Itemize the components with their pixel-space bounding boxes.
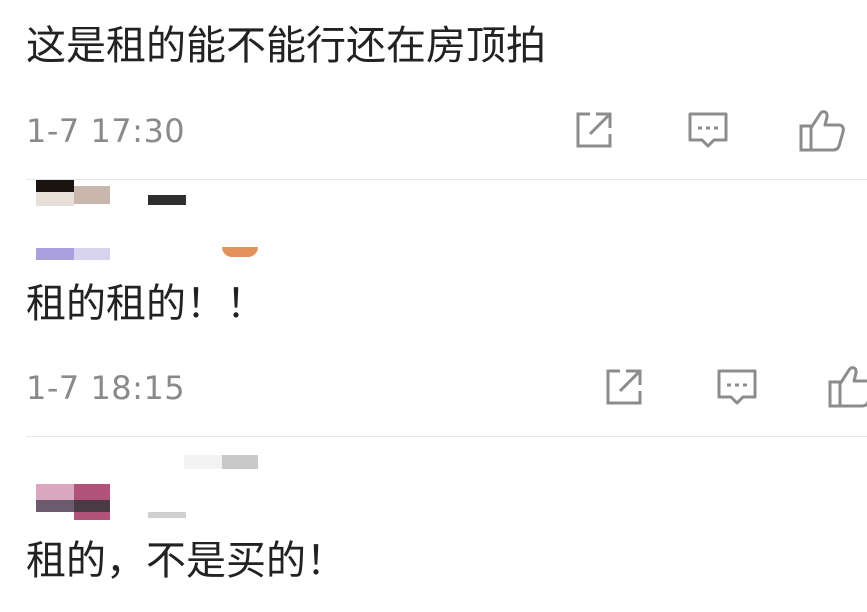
avatar[interactable] — [36, 180, 74, 192]
comment-timestamp: 1-7 18:15 — [26, 369, 186, 407]
avatar[interactable] — [36, 484, 74, 500]
username — [148, 512, 186, 518]
reply-button[interactable] — [686, 108, 730, 152]
divider — [26, 436, 867, 437]
avatar — [74, 484, 110, 500]
comment-text: 租的，不是买的！ — [26, 538, 346, 584]
avatar — [74, 186, 110, 204]
comment-text: 这是租的能不能行还在房顶拍 — [26, 23, 546, 69]
divider — [26, 179, 867, 180]
avatar — [36, 500, 74, 512]
comment-text: 租的租的！！ — [26, 281, 266, 327]
comment-icon — [688, 112, 728, 148]
username[interactable] — [184, 455, 222, 469]
thumbs-up-icon — [799, 110, 845, 152]
reply-button[interactable] — [715, 365, 759, 409]
avatar — [36, 248, 74, 260]
avatar — [74, 248, 110, 260]
avatar — [74, 512, 110, 520]
like-button[interactable] — [827, 362, 867, 410]
share-icon — [606, 369, 642, 405]
share-button[interactable] — [602, 365, 646, 409]
user-badge — [222, 247, 258, 257]
comment-timestamp: 1-7 17:30 — [26, 112, 186, 150]
thumbs-up-icon — [828, 366, 867, 408]
username — [222, 455, 258, 469]
share-icon — [576, 112, 612, 148]
avatar — [36, 192, 74, 206]
share-button[interactable] — [572, 108, 616, 152]
like-button[interactable] — [798, 106, 846, 154]
comment-icon — [717, 369, 757, 405]
username[interactable] — [148, 195, 186, 205]
avatar — [74, 500, 110, 512]
